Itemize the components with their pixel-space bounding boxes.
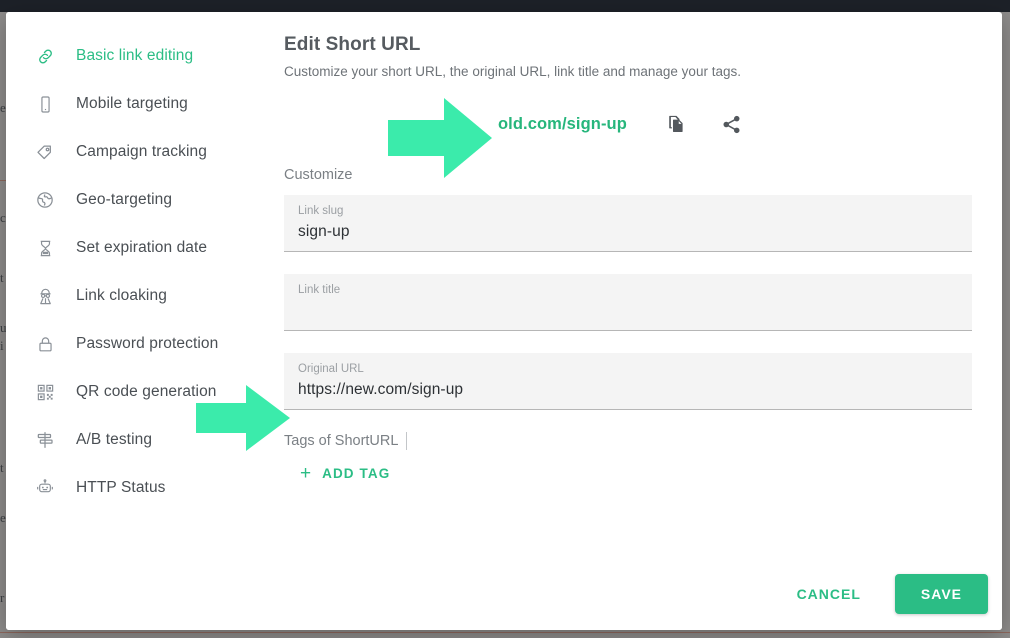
- edit-short-url-modal: Basic link editing Mobile targeting: [6, 12, 1002, 630]
- modal-body: Basic link editing Mobile targeting: [6, 12, 1002, 558]
- share-icon[interactable]: [721, 114, 742, 135]
- split-icon: [31, 430, 59, 450]
- copy-icon[interactable]: [665, 113, 687, 135]
- field-label: Original URL: [298, 362, 960, 377]
- background-text-fragment: c: [0, 210, 6, 226]
- sidebar-item-label: Link cloaking: [76, 287, 167, 305]
- sidebar-item-label: HTTP Status: [76, 479, 166, 497]
- sidebar-item-link-cloaking[interactable]: Link cloaking: [6, 272, 271, 320]
- sidebar-item-label: A/B testing: [76, 431, 152, 449]
- tag-icon: [31, 142, 59, 162]
- sidebar-item-basic-link-editing[interactable]: Basic link editing: [6, 32, 271, 80]
- background-text-fragment: t: [0, 270, 4, 286]
- sidebar-item-label: QR code generation: [76, 383, 217, 401]
- field-label: Link slug: [298, 204, 960, 219]
- sidebar-item-geo-targeting[interactable]: Geo-targeting: [6, 176, 271, 224]
- background-divider: [0, 632, 1010, 633]
- sidebar-item-label: Set expiration date: [76, 239, 207, 257]
- sidebar-item-label: Campaign tracking: [76, 143, 207, 161]
- settings-sidebar: Basic link editing Mobile targeting: [6, 12, 271, 558]
- original-url-input[interactable]: https://new.com/sign-up: [298, 377, 960, 403]
- save-button[interactable]: SAVE: [895, 574, 988, 614]
- tags-caret: [406, 432, 407, 450]
- original-url-field[interactable]: Original URL https://new.com/sign-up: [284, 353, 972, 410]
- sidebar-item-campaign-tracking[interactable]: Campaign tracking: [6, 128, 271, 176]
- tags-label: Tags of ShortURL: [284, 433, 398, 449]
- modal-footer: CANCEL SAVE: [6, 558, 1002, 630]
- add-tag-button[interactable]: + ADD TAG: [300, 464, 972, 483]
- short-url-value: old.com/sign-up: [498, 115, 627, 134]
- lock-icon: [31, 335, 59, 354]
- tags-section: Tags of ShortURL: [284, 432, 972, 450]
- sidebar-item-label: Geo-targeting: [76, 191, 172, 209]
- sidebar-item-mobile-targeting[interactable]: Mobile targeting: [6, 80, 271, 128]
- field-label: Link title: [298, 283, 960, 298]
- sidebar-item-label: Password protection: [76, 335, 218, 353]
- background-text-fragment: e: [0, 510, 6, 526]
- robot-icon: [31, 478, 59, 498]
- sidebar-item-password-protection[interactable]: Password protection: [6, 320, 271, 368]
- link-title-field[interactable]: Link title: [284, 274, 972, 331]
- hourglass-icon: [31, 239, 59, 258]
- mobile-icon: [31, 95, 59, 114]
- qrcode-icon: [31, 383, 59, 402]
- sidebar-item-label: Mobile targeting: [76, 95, 188, 113]
- background-text-fragment: e: [0, 100, 6, 116]
- link-slug-field[interactable]: Link slug sign-up: [284, 195, 972, 252]
- background-text-fragment: r: [0, 590, 4, 606]
- browser-top-bar: [0, 0, 1010, 12]
- customize-section-label: Customize: [284, 167, 972, 183]
- sidebar-item-http-status[interactable]: HTTP Status: [6, 464, 271, 512]
- page-subtitle: Customize your short URL, the original U…: [284, 64, 972, 79]
- link-icon: [31, 47, 59, 66]
- main-panel: Edit Short URL Customize your short URL,…: [271, 12, 1002, 558]
- spy-icon: [31, 287, 59, 306]
- sidebar-item-set-expiration-date[interactable]: Set expiration date: [6, 224, 271, 272]
- background-text-fragment: t: [0, 460, 4, 476]
- sidebar-item-qr-code-generation[interactable]: QR code generation: [6, 368, 271, 416]
- short-url-row: old.com/sign-up: [284, 101, 972, 147]
- plus-icon: +: [300, 464, 311, 483]
- background-text-fragment: i: [0, 338, 4, 354]
- add-tag-label: ADD TAG: [322, 466, 390, 481]
- link-slug-input[interactable]: sign-up: [298, 219, 960, 245]
- globe-icon: [31, 190, 59, 210]
- sidebar-item-label: Basic link editing: [76, 47, 193, 65]
- sidebar-item-ab-testing[interactable]: A/B testing: [6, 416, 271, 464]
- cancel-button[interactable]: CANCEL: [781, 576, 877, 612]
- page-title: Edit Short URL: [284, 34, 972, 56]
